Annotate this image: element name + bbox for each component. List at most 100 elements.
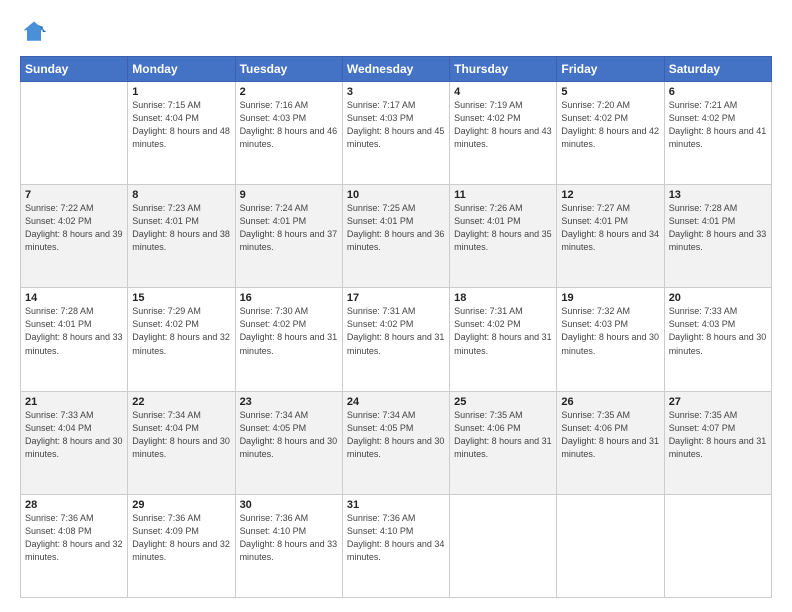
day-number: 9 [240, 189, 338, 201]
day-info: Sunrise: 7:33 AMSunset: 4:03 PMDaylight:… [669, 305, 767, 357]
day-info: Sunrise: 7:28 AMSunset: 4:01 PMDaylight:… [669, 202, 767, 254]
calendar-cell: 4Sunrise: 7:19 AMSunset: 4:02 PMDaylight… [450, 82, 557, 185]
day-number: 28 [25, 499, 123, 511]
day-number: 27 [669, 396, 767, 408]
day-number: 7 [25, 189, 123, 201]
calendar-cell: 18Sunrise: 7:31 AMSunset: 4:02 PMDayligh… [450, 288, 557, 391]
day-number: 8 [132, 189, 230, 201]
day-info: Sunrise: 7:30 AMSunset: 4:02 PMDaylight:… [240, 305, 338, 357]
day-info: Sunrise: 7:34 AMSunset: 4:05 PMDaylight:… [347, 409, 445, 461]
calendar-header-wednesday: Wednesday [342, 57, 449, 82]
day-number: 26 [561, 396, 659, 408]
day-number: 1 [132, 86, 230, 98]
calendar-cell: 11Sunrise: 7:26 AMSunset: 4:01 PMDayligh… [450, 185, 557, 288]
day-info: Sunrise: 7:35 AMSunset: 4:06 PMDaylight:… [561, 409, 659, 461]
calendar-week-3: 21Sunrise: 7:33 AMSunset: 4:04 PMDayligh… [21, 391, 772, 494]
calendar-cell: 20Sunrise: 7:33 AMSunset: 4:03 PMDayligh… [664, 288, 771, 391]
top-section [20, 18, 772, 46]
calendar-cell: 3Sunrise: 7:17 AMSunset: 4:03 PMDaylight… [342, 82, 449, 185]
calendar-cell: 27Sunrise: 7:35 AMSunset: 4:07 PMDayligh… [664, 391, 771, 494]
day-info: Sunrise: 7:15 AMSunset: 4:04 PMDaylight:… [132, 99, 230, 151]
calendar-cell: 9Sunrise: 7:24 AMSunset: 4:01 PMDaylight… [235, 185, 342, 288]
day-number: 10 [347, 189, 445, 201]
calendar-header-thursday: Thursday [450, 57, 557, 82]
calendar-header-tuesday: Tuesday [235, 57, 342, 82]
day-info: Sunrise: 7:34 AMSunset: 4:04 PMDaylight:… [132, 409, 230, 461]
day-number: 22 [132, 396, 230, 408]
calendar-cell: 12Sunrise: 7:27 AMSunset: 4:01 PMDayligh… [557, 185, 664, 288]
day-number: 30 [240, 499, 338, 511]
day-info: Sunrise: 7:36 AMSunset: 4:09 PMDaylight:… [132, 512, 230, 564]
calendar-week-1: 7Sunrise: 7:22 AMSunset: 4:02 PMDaylight… [21, 185, 772, 288]
day-number: 31 [347, 499, 445, 511]
day-number: 2 [240, 86, 338, 98]
calendar-cell: 31Sunrise: 7:36 AMSunset: 4:10 PMDayligh… [342, 494, 449, 597]
calendar-cell: 22Sunrise: 7:34 AMSunset: 4:04 PMDayligh… [128, 391, 235, 494]
calendar-cell: 19Sunrise: 7:32 AMSunset: 4:03 PMDayligh… [557, 288, 664, 391]
day-info: Sunrise: 7:34 AMSunset: 4:05 PMDaylight:… [240, 409, 338, 461]
day-info: Sunrise: 7:31 AMSunset: 4:02 PMDaylight:… [347, 305, 445, 357]
calendar-cell: 5Sunrise: 7:20 AMSunset: 4:02 PMDaylight… [557, 82, 664, 185]
calendar-header-sunday: Sunday [21, 57, 128, 82]
day-info: Sunrise: 7:19 AMSunset: 4:02 PMDaylight:… [454, 99, 552, 151]
day-number: 5 [561, 86, 659, 98]
day-number: 24 [347, 396, 445, 408]
day-number: 25 [454, 396, 552, 408]
day-info: Sunrise: 7:16 AMSunset: 4:03 PMDaylight:… [240, 99, 338, 151]
calendar-cell: 29Sunrise: 7:36 AMSunset: 4:09 PMDayligh… [128, 494, 235, 597]
day-number: 4 [454, 86, 552, 98]
calendar-cell: 24Sunrise: 7:34 AMSunset: 4:05 PMDayligh… [342, 391, 449, 494]
calendar-header-saturday: Saturday [664, 57, 771, 82]
day-number: 11 [454, 189, 552, 201]
day-info: Sunrise: 7:23 AMSunset: 4:01 PMDaylight:… [132, 202, 230, 254]
day-info: Sunrise: 7:17 AMSunset: 4:03 PMDaylight:… [347, 99, 445, 151]
day-info: Sunrise: 7:28 AMSunset: 4:01 PMDaylight:… [25, 305, 123, 357]
day-info: Sunrise: 7:36 AMSunset: 4:10 PMDaylight:… [347, 512, 445, 564]
day-info: Sunrise: 7:25 AMSunset: 4:01 PMDaylight:… [347, 202, 445, 254]
calendar-week-2: 14Sunrise: 7:28 AMSunset: 4:01 PMDayligh… [21, 288, 772, 391]
calendar-cell: 2Sunrise: 7:16 AMSunset: 4:03 PMDaylight… [235, 82, 342, 185]
calendar-header-friday: Friday [557, 57, 664, 82]
day-info: Sunrise: 7:26 AMSunset: 4:01 PMDaylight:… [454, 202, 552, 254]
calendar-cell: 26Sunrise: 7:35 AMSunset: 4:06 PMDayligh… [557, 391, 664, 494]
day-number: 3 [347, 86, 445, 98]
day-info: Sunrise: 7:21 AMSunset: 4:02 PMDaylight:… [669, 99, 767, 151]
day-info: Sunrise: 7:32 AMSunset: 4:03 PMDaylight:… [561, 305, 659, 357]
calendar-cell: 14Sunrise: 7:28 AMSunset: 4:01 PMDayligh… [21, 288, 128, 391]
day-number: 6 [669, 86, 767, 98]
day-info: Sunrise: 7:35 AMSunset: 4:06 PMDaylight:… [454, 409, 552, 461]
day-number: 14 [25, 292, 123, 304]
day-number: 16 [240, 292, 338, 304]
day-number: 12 [561, 189, 659, 201]
day-number: 23 [240, 396, 338, 408]
calendar-cell: 23Sunrise: 7:34 AMSunset: 4:05 PMDayligh… [235, 391, 342, 494]
calendar-cell: 10Sunrise: 7:25 AMSunset: 4:01 PMDayligh… [342, 185, 449, 288]
day-number: 13 [669, 189, 767, 201]
calendar-header-monday: Monday [128, 57, 235, 82]
day-info: Sunrise: 7:36 AMSunset: 4:10 PMDaylight:… [240, 512, 338, 564]
day-info: Sunrise: 7:29 AMSunset: 4:02 PMDaylight:… [132, 305, 230, 357]
logo-icon [20, 18, 48, 46]
day-info: Sunrise: 7:27 AMSunset: 4:01 PMDaylight:… [561, 202, 659, 254]
calendar-header-row: SundayMondayTuesdayWednesdayThursdayFrid… [21, 57, 772, 82]
day-number: 19 [561, 292, 659, 304]
day-info: Sunrise: 7:35 AMSunset: 4:07 PMDaylight:… [669, 409, 767, 461]
day-number: 15 [132, 292, 230, 304]
day-info: Sunrise: 7:31 AMSunset: 4:02 PMDaylight:… [454, 305, 552, 357]
calendar-cell: 8Sunrise: 7:23 AMSunset: 4:01 PMDaylight… [128, 185, 235, 288]
day-number: 21 [25, 396, 123, 408]
calendar-cell: 28Sunrise: 7:36 AMSunset: 4:08 PMDayligh… [21, 494, 128, 597]
day-info: Sunrise: 7:20 AMSunset: 4:02 PMDaylight:… [561, 99, 659, 151]
calendar-cell: 21Sunrise: 7:33 AMSunset: 4:04 PMDayligh… [21, 391, 128, 494]
calendar-cell [21, 82, 128, 185]
day-info: Sunrise: 7:24 AMSunset: 4:01 PMDaylight:… [240, 202, 338, 254]
calendar-cell: 25Sunrise: 7:35 AMSunset: 4:06 PMDayligh… [450, 391, 557, 494]
day-number: 17 [347, 292, 445, 304]
calendar-cell: 16Sunrise: 7:30 AMSunset: 4:02 PMDayligh… [235, 288, 342, 391]
day-info: Sunrise: 7:22 AMSunset: 4:02 PMDaylight:… [25, 202, 123, 254]
calendar-cell [557, 494, 664, 597]
calendar-cell [664, 494, 771, 597]
logo [20, 18, 52, 46]
calendar-cell: 17Sunrise: 7:31 AMSunset: 4:02 PMDayligh… [342, 288, 449, 391]
day-number: 29 [132, 499, 230, 511]
